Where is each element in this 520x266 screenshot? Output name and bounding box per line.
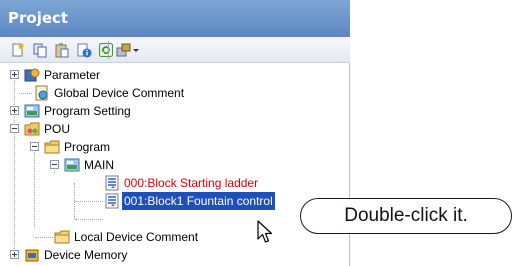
folder-icon bbox=[44, 140, 60, 154]
tree-item-block-000[interactable]: 000:Block Starting ladder bbox=[0, 174, 350, 192]
collapse-icon[interactable] bbox=[50, 160, 59, 169]
tree-item-parameter[interactable]: Parameter bbox=[0, 66, 350, 84]
collapse-icon[interactable] bbox=[30, 142, 39, 151]
tree-item-label: 001:Block1 Fountain control bbox=[122, 192, 275, 210]
ladder-block-icon bbox=[105, 175, 119, 191]
paste-icon[interactable] bbox=[54, 42, 70, 58]
expand-icon[interactable] bbox=[10, 106, 19, 115]
program-setting-icon bbox=[24, 104, 40, 118]
tree-item-global-device-comment[interactable]: Global Device Comment bbox=[0, 84, 350, 102]
tree-item-program[interactable]: Program bbox=[0, 138, 350, 156]
tools-dropdown-icon[interactable] bbox=[116, 42, 140, 58]
tree-item-label: Program bbox=[64, 140, 111, 154]
tree-item-label: 000:Block Starting ladder bbox=[124, 176, 259, 190]
tree-item-program-setting[interactable]: Program Setting bbox=[0, 102, 350, 120]
tree-item-local-device-comment[interactable]: Local Device Comment bbox=[0, 228, 350, 246]
folder-icon bbox=[54, 230, 70, 244]
copy-icon[interactable] bbox=[32, 42, 48, 58]
tree-item-label: Parameter bbox=[44, 68, 101, 82]
tree-item-label: POU bbox=[44, 122, 71, 136]
callout-annotation: Double-click it. bbox=[300, 198, 512, 234]
expand-icon[interactable] bbox=[10, 250, 19, 259]
panel-title: Project bbox=[0, 0, 350, 37]
project-tree: Parameter Global Device Comment Program … bbox=[0, 64, 350, 266]
tree-item-label: Local Device Comment bbox=[74, 230, 199, 244]
tree-item-device-memory[interactable]: Device Memory bbox=[0, 246, 350, 264]
pou-icon bbox=[24, 122, 40, 136]
refresh-icon[interactable] bbox=[98, 42, 114, 58]
project-toolbar bbox=[0, 37, 350, 63]
properties-icon[interactable] bbox=[76, 42, 92, 58]
comment-icon bbox=[35, 85, 48, 101]
device-memory-icon bbox=[25, 249, 39, 262]
program-icon bbox=[64, 158, 80, 172]
tree-item-main[interactable]: MAIN bbox=[0, 156, 350, 174]
toolbar-separator bbox=[108, 41, 109, 59]
expand-icon[interactable] bbox=[10, 70, 19, 79]
project-panel: Project Parameter Global Device Comment … bbox=[0, 0, 350, 266]
tree-item-label: MAIN bbox=[84, 158, 114, 172]
tree-item-block-001[interactable]: 001:Block1 Fountain control bbox=[0, 192, 350, 210]
tree-item-label: Global Device Comment bbox=[54, 86, 185, 100]
tree-line bbox=[75, 219, 103, 220]
ladder-block-icon bbox=[105, 193, 119, 209]
new-item-icon[interactable] bbox=[10, 42, 26, 58]
parameter-icon bbox=[24, 68, 40, 82]
mouse-cursor-icon bbox=[257, 220, 273, 243]
callout-text: Double-click it. bbox=[344, 205, 468, 226]
tree-item-pou[interactable]: POU bbox=[0, 120, 350, 138]
tree-item-label: Device Memory bbox=[44, 248, 128, 262]
tree-item-label: Program Setting bbox=[44, 104, 131, 118]
collapse-icon[interactable] bbox=[10, 124, 19, 133]
